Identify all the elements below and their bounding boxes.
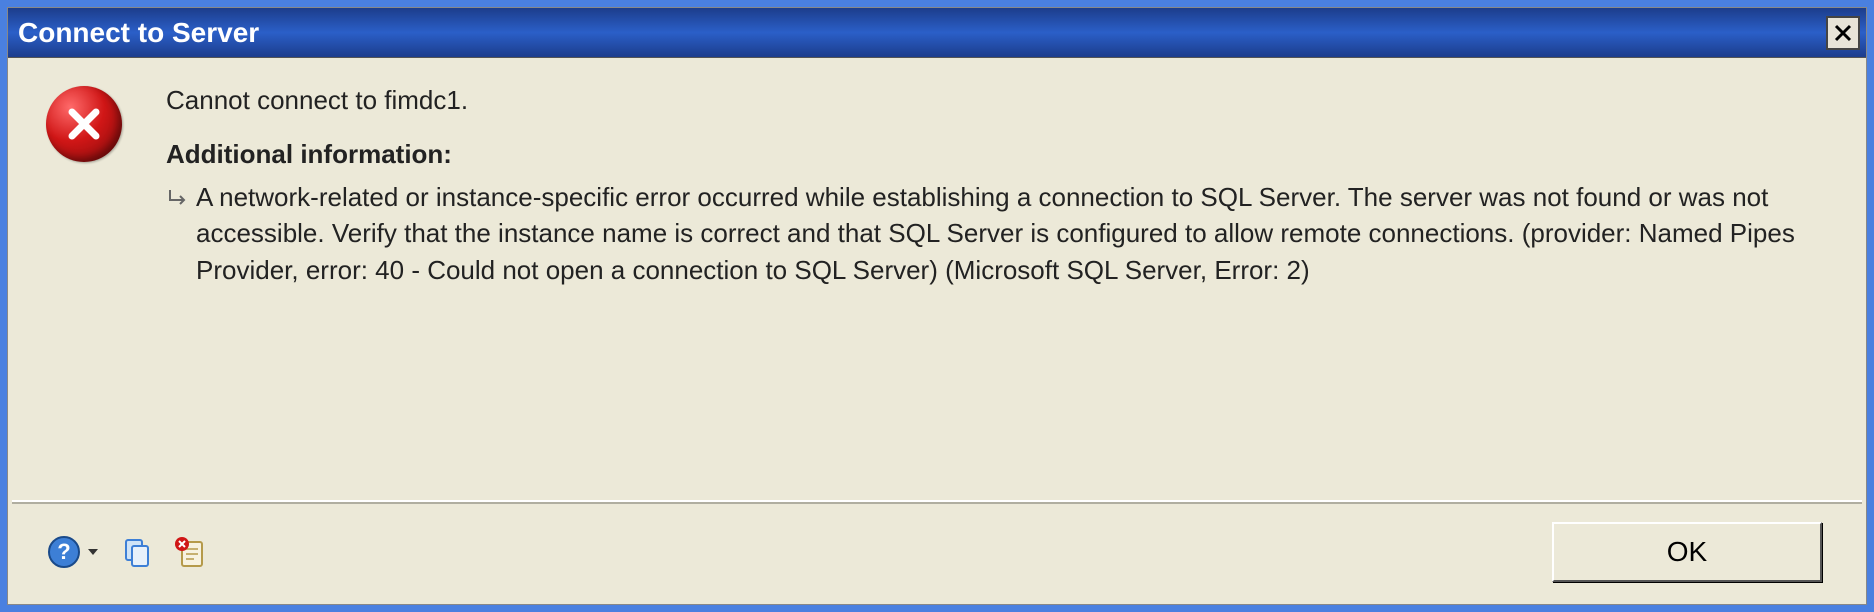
svg-text:?: ? — [57, 539, 70, 564]
additional-info-heading: Additional information: — [166, 136, 1828, 172]
main-message: Cannot connect to fimdc1. — [166, 82, 1828, 118]
help-icon: ? — [46, 534, 82, 570]
message-column: Cannot connect to fimdc1. Additional inf… — [146, 82, 1828, 488]
chevron-down-icon — [86, 545, 100, 559]
titlebar: Connect to Server — [8, 8, 1866, 58]
copy-icon — [118, 534, 154, 570]
copy-button[interactable] — [118, 534, 154, 570]
detail-row: A network-related or instance-specific e… — [166, 179, 1828, 288]
error-dialog: Connect to Server Cannot connect to fimd… — [7, 7, 1867, 605]
dialog-body: Cannot connect to fimdc1. Additional inf… — [8, 58, 1866, 488]
document-error-icon — [172, 534, 208, 570]
tree-branch-icon — [166, 179, 196, 221]
close-button[interactable] — [1826, 16, 1860, 50]
ok-button[interactable]: OK — [1552, 522, 1822, 582]
dialog-title: Connect to Server — [8, 17, 259, 49]
dialog-footer: ? — [8, 504, 1866, 604]
help-dropdown-arrow[interactable] — [86, 545, 100, 559]
icon-column — [46, 82, 146, 488]
close-icon — [1833, 23, 1853, 43]
error-icon — [46, 86, 122, 162]
footer-icon-group: ? — [46, 534, 208, 570]
detail-message: A network-related or instance-specific e… — [196, 179, 1828, 288]
help-button[interactable]: ? — [46, 534, 82, 570]
ok-button-label: OK — [1667, 536, 1707, 568]
show-details-button[interactable] — [172, 534, 208, 570]
